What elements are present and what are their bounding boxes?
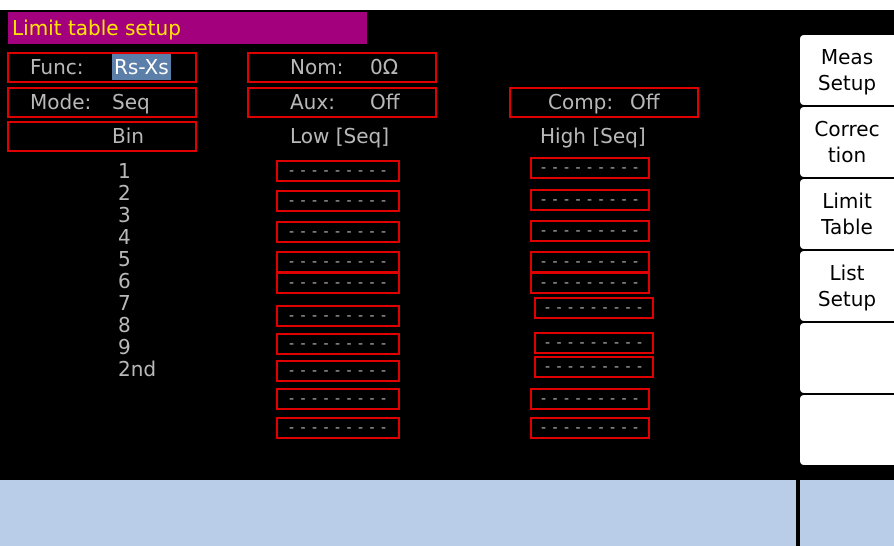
low-limit-field[interactable]: - - - - - - - - - <box>276 272 400 294</box>
high-limit-field[interactable]: - - - - - - - - - <box>534 297 654 319</box>
softkey-correction[interactable]: Correc tion <box>800 107 894 177</box>
func-label: Func: <box>30 55 84 79</box>
bin-number: 3 <box>118 203 131 227</box>
low-limit-field[interactable]: - - - - - - - - - <box>276 333 400 355</box>
high-limit-field[interactable]: - - - - - - - - - <box>534 332 654 354</box>
comp-label: Comp: <box>548 90 614 114</box>
bin-number: 5 <box>118 247 131 271</box>
low-limit-field[interactable]: - - - - - - - - - <box>276 160 400 182</box>
aux-value[interactable]: Off <box>370 89 400 115</box>
softkey-meas-setup[interactable]: Meas Setup <box>800 35 894 105</box>
page-title: Limit table setup <box>8 12 367 44</box>
nom-label: Nom: <box>290 55 344 79</box>
low-limit-field[interactable]: - - - - - - - - - <box>276 305 400 327</box>
softkey-blank-6[interactable] <box>800 395 894 465</box>
aux-label: Aux: <box>290 90 335 114</box>
status-bar <box>0 480 796 546</box>
high-limit-field[interactable]: - - - - - - - - - <box>534 356 654 378</box>
bin-number: 9 <box>118 335 131 359</box>
mode-label: Mode: <box>30 90 92 114</box>
bin-number: 1 <box>118 159 131 183</box>
softkey-limit-table[interactable]: Limit Table <box>800 179 894 249</box>
high-limit-field[interactable]: - - - - - - - - - <box>530 417 650 439</box>
bin-column-header: Bin <box>112 124 144 148</box>
func-value[interactable]: Rs-Xs <box>112 54 171 80</box>
comp-value[interactable]: Off <box>630 89 660 115</box>
nom-value[interactable]: 0Ω <box>370 54 398 80</box>
low-limit-field[interactable]: - - - - - - - - - <box>276 417 400 439</box>
aux-field-box[interactable] <box>247 87 437 118</box>
bin-header-box <box>7 121 197 152</box>
low-column-header: Low [Seq] <box>290 124 390 148</box>
status-bar-right <box>800 480 894 546</box>
low-limit-field[interactable]: - - - - - - - - - <box>276 388 400 410</box>
mode-value[interactable]: Seq <box>112 89 150 115</box>
low-limit-field[interactable]: - - - - - - - - - <box>276 360 400 382</box>
bin-number: 2nd <box>118 357 157 381</box>
high-column-header: High [Seq] <box>540 124 646 148</box>
bin-number: 2 <box>118 181 131 205</box>
bin-number: 8 <box>118 313 131 337</box>
bin-number: 6 <box>118 269 131 293</box>
instrument-screen: Limit table setup Func: Rs-Xs Nom: 0Ω Mo… <box>0 10 894 546</box>
high-limit-field[interactable]: - - - - - - - - - <box>530 220 650 242</box>
high-limit-field[interactable]: - - - - - - - - - <box>530 157 650 179</box>
bin-number: 7 <box>118 291 131 315</box>
high-limit-field[interactable]: - - - - - - - - - <box>530 272 650 294</box>
high-limit-field[interactable]: - - - - - - - - - <box>530 189 650 211</box>
bin-number: 4 <box>118 225 131 249</box>
low-limit-field[interactable]: - - - - - - - - - <box>276 190 400 212</box>
high-limit-field[interactable]: - - - - - - - - - <box>530 251 650 273</box>
low-limit-field[interactable]: - - - - - - - - - <box>276 221 400 243</box>
high-limit-field[interactable]: - - - - - - - - - <box>530 388 650 410</box>
low-limit-field[interactable]: - - - - - - - - - <box>276 251 400 273</box>
softkey-list-setup[interactable]: List Setup <box>800 251 894 321</box>
softkey-blank-5[interactable] <box>800 323 894 393</box>
